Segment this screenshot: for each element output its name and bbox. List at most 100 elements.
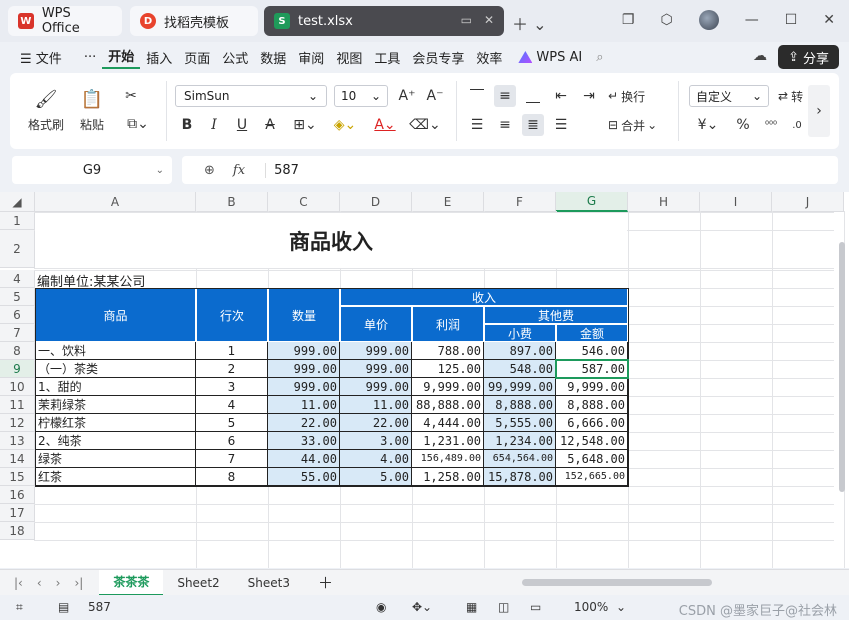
menu-home[interactable]: 开始 <box>102 46 141 69</box>
fx-icon[interactable]: fx <box>233 163 245 178</box>
header-profit[interactable]: 利润 <box>412 306 484 342</box>
spreadsheet-grid[interactable]: ◢ A B C D E F G H I J 1 2 4 5 6 7 8 9 10 11 12 13 14 15 16 17 18 商品… <box>0 192 849 568</box>
cell-amount[interactable]: 5,648.00 <box>556 450 628 468</box>
wrap-text-button[interactable]: ↵ 换行 <box>608 85 645 107</box>
vertical-scrollbar[interactable] <box>837 214 847 564</box>
cell-name[interactable]: 1、甜的 <box>35 378 196 396</box>
cell-name[interactable]: 茉莉绿茶 <box>35 396 196 414</box>
column-header-c[interactable]: C <box>268 192 340 212</box>
detach-window-icon[interactable]: ▭ <box>461 13 472 27</box>
horizontal-scrollbar[interactable] <box>522 579 712 586</box>
font-size-select[interactable]: 10 ⌄ <box>334 85 388 107</box>
cell-qty[interactable]: 999.00 <box>268 342 340 360</box>
cell-profit[interactable]: 88,888.00 <box>412 396 484 414</box>
format-painter-button[interactable]: 🖌 格式刷 <box>24 81 68 141</box>
cell-amount[interactable]: 587.00 <box>556 360 628 378</box>
cell-amount[interactable]: 12,548.00 <box>556 432 628 450</box>
cell-tip[interactable]: 5,555.00 <box>484 414 556 432</box>
column-header-h[interactable]: H <box>628 192 700 212</box>
minimize-icon[interactable]: — <box>745 12 759 28</box>
align-center-icon[interactable]: ≡ <box>494 114 516 136</box>
avatar[interactable] <box>698 10 719 30</box>
cell-line[interactable]: 6 <box>196 432 268 450</box>
cell-name[interactable]: （一）茶类 <box>35 360 196 378</box>
increase-font-icon[interactable]: A⁺ <box>396 85 418 107</box>
align-right-icon[interactable]: ≣ <box>522 114 544 136</box>
menu-page[interactable]: 页面 <box>178 48 216 67</box>
paste-button[interactable]: 📋 粘贴 <box>70 81 114 141</box>
currency-icon[interactable]: ¥⌄ <box>694 114 722 136</box>
tab-wps-office[interactable]: W WPS Office <box>8 6 122 36</box>
row-header-16[interactable]: 16 <box>0 486 35 504</box>
header-qty[interactable]: 数量 <box>268 288 340 342</box>
menu-insert[interactable]: 插入 <box>140 48 178 67</box>
cell-qty[interactable]: 33.00 <box>268 432 340 450</box>
header-income[interactable]: 收入 <box>340 288 628 306</box>
cell-price[interactable]: 999.00 <box>340 360 412 378</box>
cell-mode-icon[interactable]: ▤ <box>58 600 69 614</box>
zoom-level[interactable]: 100% <box>574 600 608 614</box>
cell-amount[interactable]: 8,888.00 <box>556 396 628 414</box>
normal-view-icon[interactable]: ▦ <box>466 600 477 614</box>
ribbon-scroll-right-icon[interactable]: › <box>808 85 830 137</box>
tab-test-xlsx[interactable]: S test.xlsx ▭ ✕ <box>264 6 504 36</box>
new-tab-icon[interactable]: ＋ ⌄ <box>512 11 547 35</box>
menu-tools[interactable]: 工具 <box>368 48 406 67</box>
cut-icon[interactable]: ✂ <box>120 85 142 107</box>
header-price[interactable]: 单价 <box>340 306 412 342</box>
cell-qty[interactable]: 55.00 <box>268 468 340 486</box>
justify-icon[interactable]: ☰ <box>550 114 572 136</box>
header-line[interactable]: 行次 <box>196 288 268 342</box>
cell-price[interactable]: 11.00 <box>340 396 412 414</box>
cell-tip[interactable]: 8,888.00 <box>484 396 556 414</box>
cube-icon[interactable]: ⬡ <box>660 12 672 28</box>
cell-qty[interactable]: 999.00 <box>268 378 340 396</box>
cell-name[interactable]: 柠檬红茶 <box>35 414 196 432</box>
cell-qty[interactable]: 11.00 <box>268 396 340 414</box>
cell-price[interactable]: 5.00 <box>340 468 412 486</box>
thousands-icon[interactable]: ⁰⁰⁰ <box>760 114 782 136</box>
cell-name[interactable]: 2、纯茶 <box>35 432 196 450</box>
window-list-icon[interactable]: ❐ <box>622 12 635 28</box>
header-product[interactable]: 商品 <box>35 288 196 342</box>
menu-data[interactable]: 数据 <box>254 48 292 67</box>
close-tab-icon[interactable]: ✕ <box>484 13 494 27</box>
cell-name[interactable]: 红茶 <box>35 468 196 486</box>
share-button[interactable]: ⇪ 分享 <box>778 45 839 69</box>
column-header-b[interactable]: B <box>196 192 268 212</box>
cell-amount[interactable]: 6,666.00 <box>556 414 628 432</box>
menu-member[interactable]: 会员专享 <box>406 48 470 67</box>
cell-tip[interactable]: 1,234.00 <box>484 432 556 450</box>
cell-amount[interactable]: 546.00 <box>556 342 628 360</box>
column-header-e[interactable]: E <box>412 192 484 212</box>
indent-increase-icon[interactable]: ⇥ <box>578 85 600 107</box>
header-tip[interactable]: 小费 <box>484 324 556 342</box>
number-format-select[interactable]: 自定义 ⌄ <box>689 85 769 107</box>
cell-line[interactable]: 1 <box>196 342 268 360</box>
align-bottom-icon[interactable]: ⎽ <box>522 85 544 107</box>
menu-file[interactable]: ☰ 文件 <box>14 48 68 67</box>
cell-name[interactable]: 一、饮料 <box>35 342 196 360</box>
cell-price[interactable]: 3.00 <box>340 432 412 450</box>
cell-line[interactable]: 4 <box>196 396 268 414</box>
row-header-10[interactable]: 10 <box>0 378 35 396</box>
column-header-f[interactable]: F <box>484 192 556 212</box>
cell-tip[interactable]: 654,564.00 <box>484 450 556 468</box>
column-header-j[interactable]: J <box>772 192 844 212</box>
column-header-d[interactable]: D <box>340 192 412 212</box>
italic-icon[interactable]: I <box>203 114 225 136</box>
search-icon[interactable]: ⌕ <box>590 50 609 65</box>
cell-tip[interactable]: 99,999.00 <box>484 378 556 396</box>
add-sheet-icon[interactable]: ＋ <box>304 570 347 596</box>
cell-line[interactable]: 8 <box>196 468 268 486</box>
row-header-13[interactable]: 13 <box>0 432 35 450</box>
cell-qty[interactable]: 44.00 <box>268 450 340 468</box>
eye-protection-icon[interactable]: ◉ <box>376 600 386 614</box>
menu-review[interactable]: 审阅 <box>292 48 330 67</box>
row-header-9[interactable]: 9 <box>0 360 35 378</box>
font-color-icon[interactable]: A⌄ <box>370 114 400 136</box>
page-break-icon[interactable]: ▭ <box>530 600 541 614</box>
column-header-a[interactable]: A <box>35 192 196 212</box>
decrease-font-icon[interactable]: A⁻ <box>424 85 446 107</box>
first-sheet-icon[interactable]: |‹ <box>14 576 23 590</box>
